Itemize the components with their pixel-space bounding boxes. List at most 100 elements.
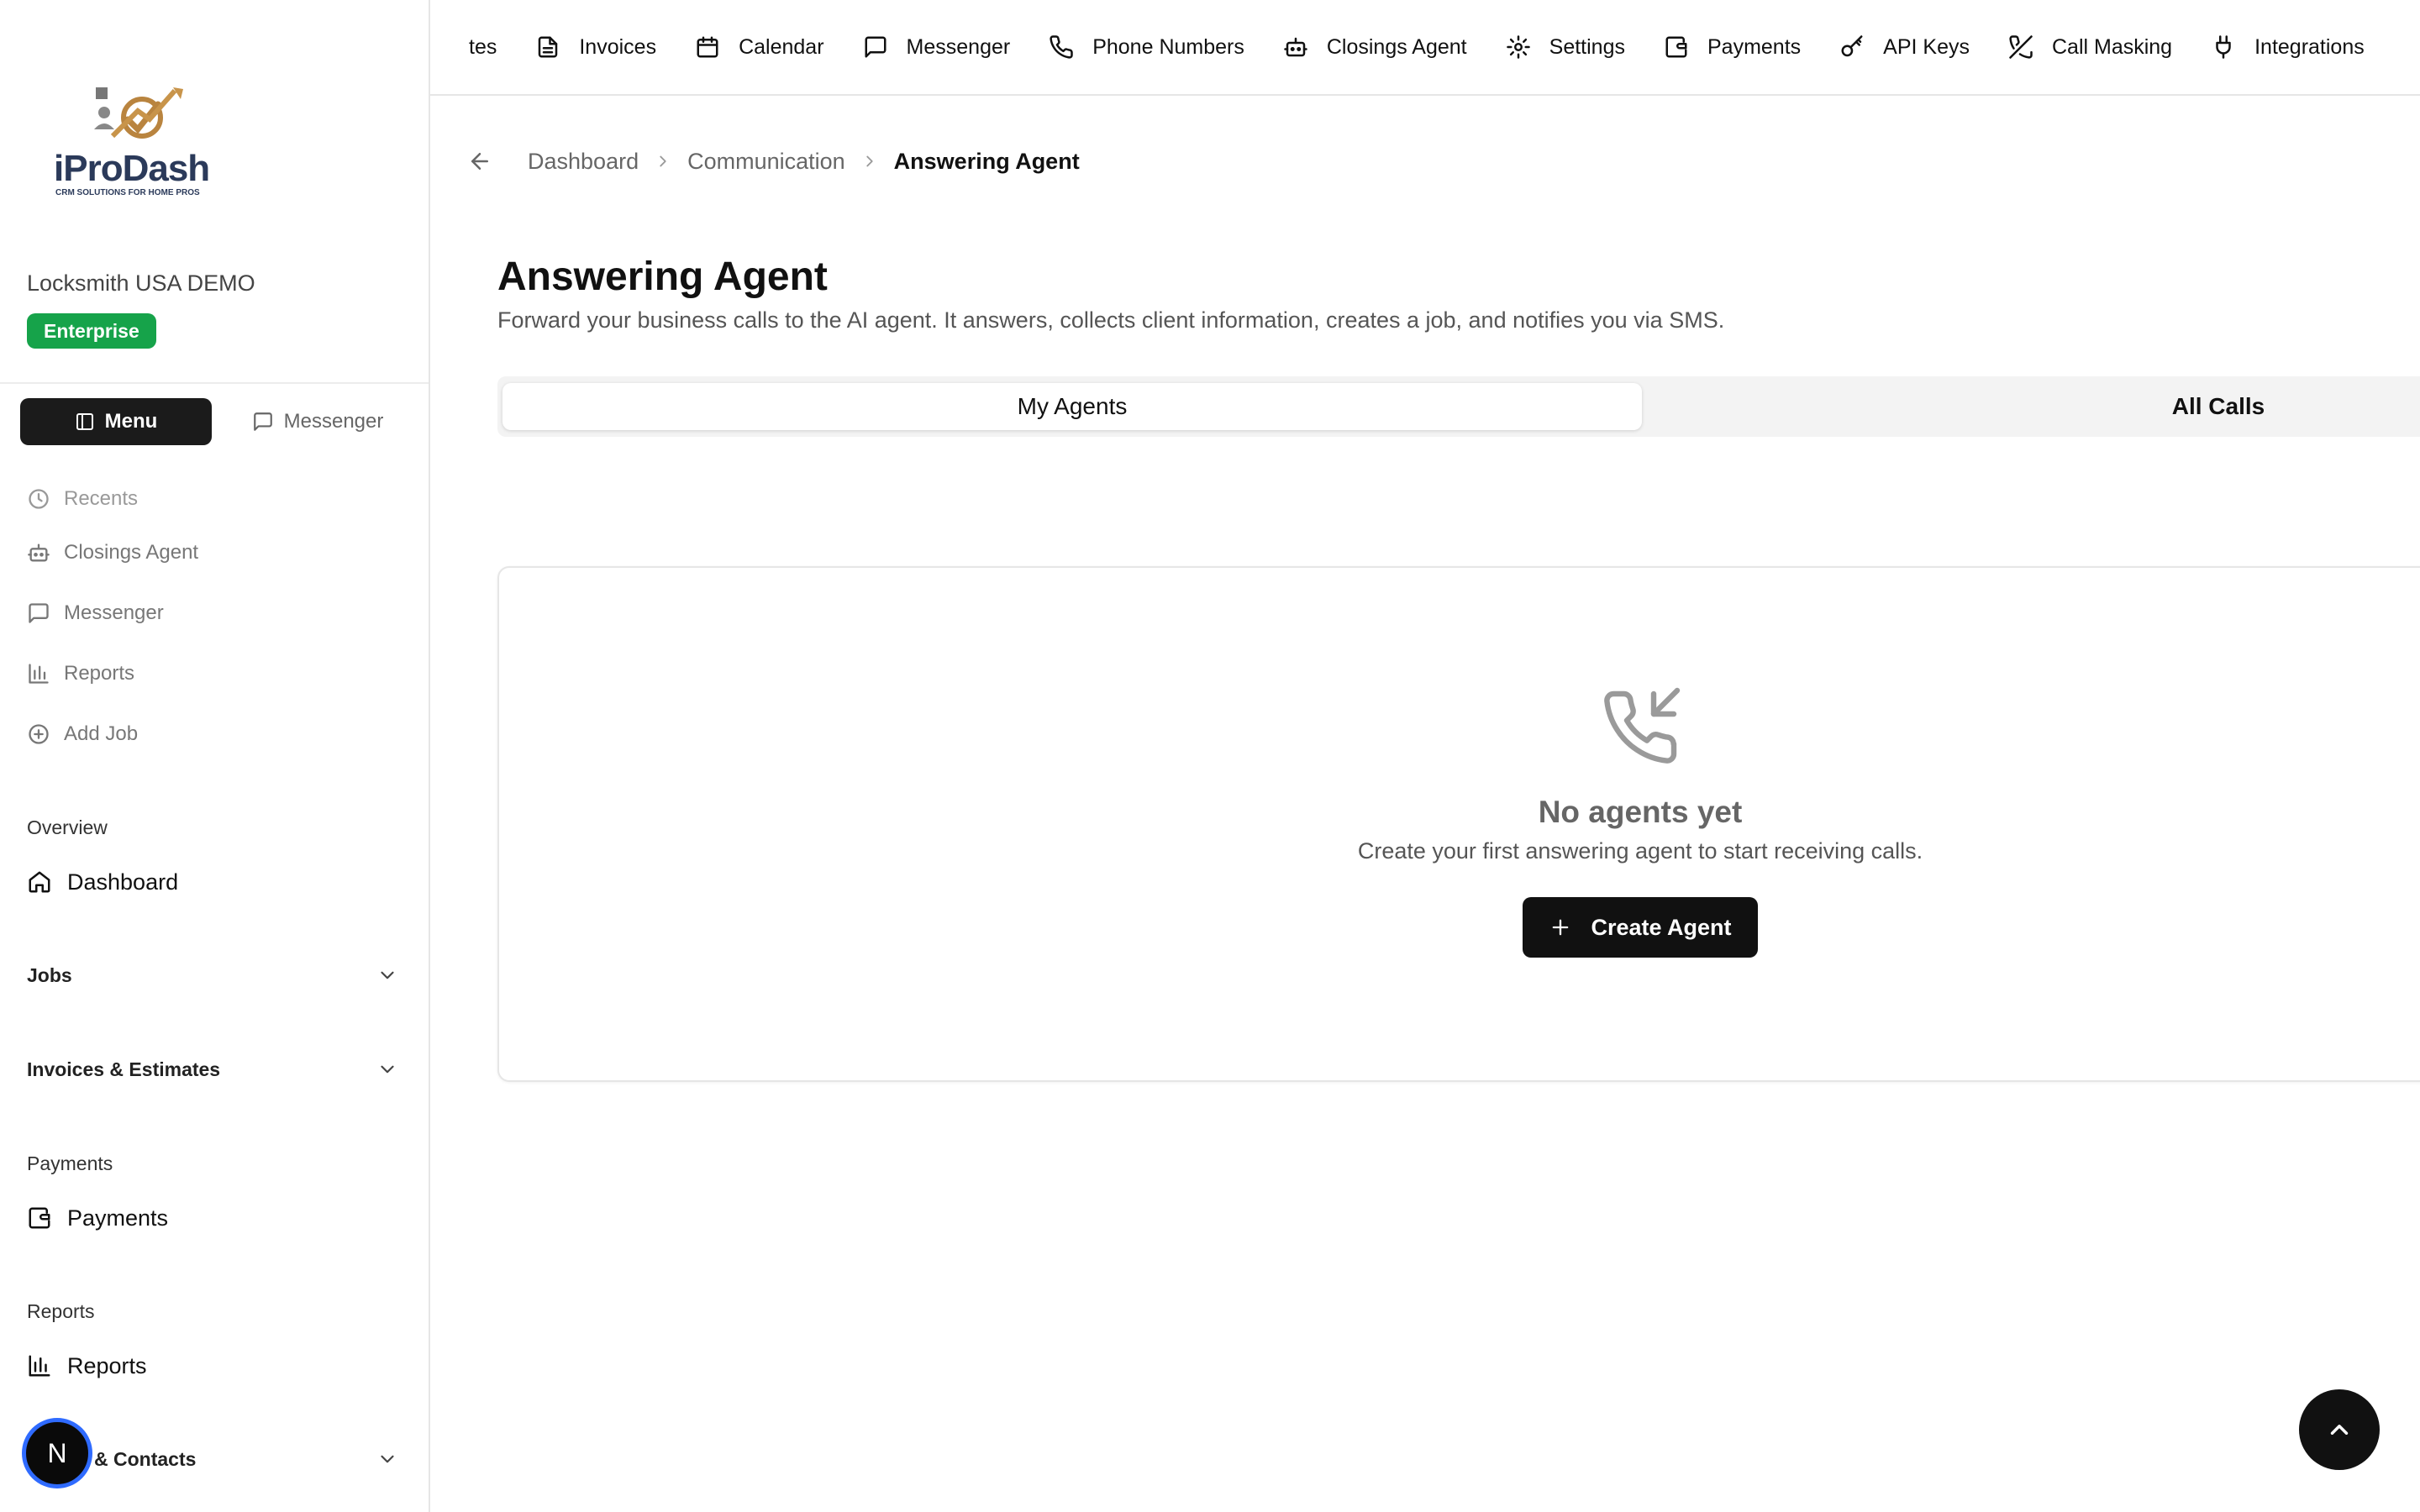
create-agent-button-label: Create Agent — [1591, 914, 1732, 940]
topnav-item-messenger[interactable]: Messenger — [863, 34, 1011, 60]
sidebar: iProDash CRM SOLUTIONS FOR HOME PROS Loc… — [0, 0, 430, 1512]
topnav-item-invoices[interactable]: Invoices — [535, 34, 656, 60]
topnav-item-api-keys[interactable]: API Keys — [1839, 34, 1970, 60]
home-icon — [27, 869, 52, 895]
topnav-item-closings-agent[interactable]: Closings Agent — [1283, 34, 1467, 60]
brand-tagline: CRM SOLUTIONS FOR HOME PROS — [55, 188, 200, 197]
sidebar-item-label: Add Job — [64, 722, 139, 745]
sidebar-group-invoices-estimates[interactable]: Invoices & Estimates — [27, 1058, 402, 1081]
phone-incoming-icon — [1600, 687, 1681, 768]
topnav-item-label: Call Masking — [2051, 34, 2173, 59]
section-payments-heading: Payments — [27, 1152, 113, 1174]
messenger-toggle-label: Messenger — [283, 410, 384, 433]
sidebar-item-dashboard[interactable]: Dashboard — [27, 864, 178, 900]
topnav-item-payments[interactable]: Payments — [1664, 34, 1801, 60]
topnav-item-calendar[interactable]: Calendar — [695, 34, 824, 60]
scroll-to-top-button[interactable] — [2299, 1389, 2380, 1470]
sidebar-item-label: Messenger — [64, 601, 164, 624]
chevron-right-icon — [860, 152, 879, 171]
sidebar-item-reports[interactable]: Reports — [27, 1347, 147, 1384]
brand-name: iProDash — [54, 148, 210, 189]
breadcrumb-link-communication[interactable]: Communication — [687, 149, 845, 175]
company-name: Locksmith USA DEMO — [27, 270, 255, 296]
calendar-icon — [695, 34, 720, 60]
page-title: Answering Agent — [497, 255, 828, 299]
gear-icon — [1506, 34, 1531, 60]
topnav-item-label: tes — [469, 34, 497, 59]
empty-state-description: Create your first answering agent to sta… — [1357, 838, 1923, 864]
sidebar-panel-icon — [75, 412, 95, 432]
bar-chart-icon — [27, 1353, 52, 1378]
topnav-item-label: Closings Agent — [1326, 34, 1467, 59]
topnav-item-label: Invoices — [579, 34, 657, 59]
tab-label: All Calls — [2171, 393, 2265, 419]
tab-label: My Agents — [1017, 393, 1128, 419]
sidebar-item-messenger[interactable]: Messenger — [27, 596, 164, 630]
sidebar-item-label: Reports — [64, 662, 135, 685]
plus-circle-icon — [27, 722, 50, 746]
chevron-down-icon[interactable] — [376, 964, 398, 986]
key-icon — [1839, 34, 1865, 60]
section-overview-heading: Overview — [27, 816, 108, 838]
chevron-right-icon — [654, 152, 672, 171]
file-text-icon — [535, 34, 560, 60]
topnav-item-settings[interactable]: Settings — [1506, 34, 1625, 60]
tab-my-agents[interactable]: My Agents — [502, 383, 1642, 430]
topnav-item-label: Settings — [1549, 34, 1625, 59]
sidebar-item-reports-quick[interactable]: Reports — [27, 657, 134, 690]
topnav-item-phone-numbers[interactable]: Phone Numbers — [1049, 34, 1244, 60]
top-navigation: tes Invoices Calendar Messenger Phone Nu… — [430, 0, 2420, 96]
brand-logo[interactable]: iProDash CRM SOLUTIONS FOR HOME PROS — [54, 84, 222, 202]
empty-state-card — [497, 566, 2420, 1082]
phone-off-icon — [2008, 34, 2033, 60]
chevron-up-icon — [2325, 1415, 2354, 1444]
empty-state-title: No agents yet — [1538, 795, 1743, 829]
bar-chart-icon — [27, 662, 50, 685]
clock-icon — [27, 487, 50, 511]
tab-list: My Agents All Calls — [497, 376, 2420, 437]
bot-icon — [1283, 34, 1308, 60]
sidebar-group-jobs[interactable]: Jobs — [27, 964, 402, 987]
topnav-item-label: Messenger — [906, 34, 1011, 59]
tab-all-calls[interactable]: All Calls — [1649, 383, 2420, 430]
sidebar-group-contacts[interactable]: & Contacts — [94, 1448, 196, 1471]
chevron-down-icon[interactable] — [376, 1448, 398, 1470]
topnav-item-label: Integrations — [2254, 34, 2365, 59]
bot-icon — [27, 541, 50, 564]
sidebar-item-label: Recents — [64, 487, 139, 510]
breadcrumb: Dashboard Communication Answering Agent — [467, 143, 1080, 180]
topnav-item-integrations[interactable]: Integrations — [2211, 34, 2365, 60]
topnav-item-label: API Keys — [1883, 34, 1970, 59]
sidebar-group-label: Invoices & Estimates — [27, 1058, 221, 1080]
sidebar-item-label: Payments — [67, 1205, 169, 1231]
sidebar-item-closings-agent[interactable]: Closings Agent — [27, 536, 198, 570]
plug-icon — [2211, 34, 2236, 60]
topnav-item-truncated[interactable]: tes — [469, 35, 497, 60]
topnav-item-label: Calendar — [739, 34, 824, 59]
topnav-item-label: Payments — [1707, 34, 1802, 59]
topnav-item-call-masking[interactable]: Call Masking — [2008, 34, 2172, 60]
chevron-down-icon[interactable] — [376, 1058, 398, 1080]
section-reports-heading: Reports — [27, 1300, 95, 1322]
sidebar-group-label: & Contacts — [94, 1448, 197, 1470]
plan-badge: Enterprise — [27, 313, 156, 349]
wallet-icon — [1664, 34, 1689, 60]
page-subtitle: Forward your business calls to the AI ag… — [497, 307, 1725, 333]
sidebar-item-label: Reports — [67, 1352, 147, 1378]
create-agent-button[interactable]: Create Agent — [1523, 897, 1758, 958]
breadcrumb-link-dashboard[interactable]: Dashboard — [528, 149, 639, 175]
message-square-icon — [252, 411, 274, 433]
sidebar-item-payments[interactable]: Payments — [27, 1200, 168, 1236]
messenger-toggle-button[interactable]: Messenger — [225, 398, 410, 445]
sidebar-item-recents[interactable]: Recents — [27, 482, 138, 516]
message-square-icon — [863, 34, 888, 60]
menu-toggle-label: Menu — [104, 410, 158, 433]
menu-toggle-button[interactable]: Menu — [20, 398, 212, 445]
breadcrumb-current: Answering Agent — [893, 148, 1080, 174]
sidebar-item-label: Dashboard — [67, 869, 179, 895]
topnav-item-label: Phone Numbers — [1092, 34, 1244, 59]
sidebar-item-add-job[interactable]: Add Job — [27, 717, 138, 751]
sidebar-divider — [0, 382, 429, 384]
back-arrow-icon[interactable] — [467, 149, 492, 174]
user-avatar[interactable]: N — [22, 1418, 92, 1488]
